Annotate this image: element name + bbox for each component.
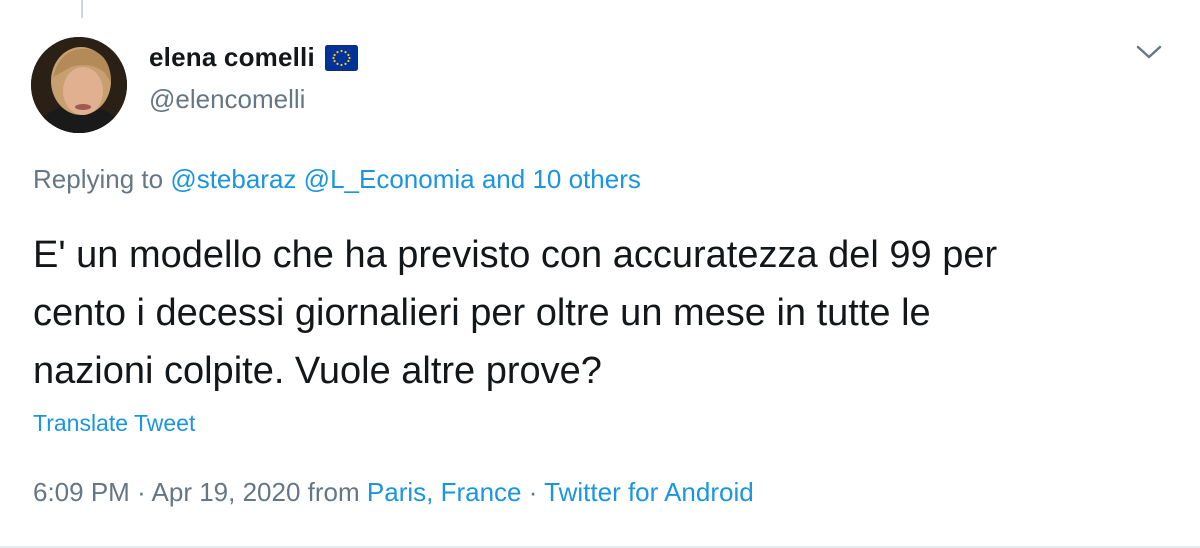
author-name-row: elena comelli	[149, 42, 358, 73]
from-label: from	[307, 477, 360, 507]
replying-to-label: Replying to	[33, 164, 164, 194]
tweet-text-line: nazioni colpite. Vuole altre prove?	[33, 350, 602, 392]
chevron-down-icon[interactable]	[1134, 40, 1164, 64]
avatar-photo	[31, 37, 127, 133]
tweet-time[interactable]: 6:09 PM	[33, 477, 130, 507]
tweet-location-link[interactable]: Paris, France	[367, 477, 522, 507]
author-handle[interactable]: @elencomelli	[149, 84, 305, 115]
author-display-name[interactable]: elena comelli	[149, 42, 315, 73]
tweet-client-link[interactable]: Twitter for Android	[544, 477, 754, 507]
meta-separator: ·	[137, 477, 146, 507]
mention-l-economia[interactable]: @L_Economia	[304, 164, 475, 194]
eu-flag-icon	[324, 44, 358, 71]
mention-stebaraz[interactable]: @stebaraz	[170, 164, 296, 194]
translate-tweet-link[interactable]: Translate Tweet	[33, 410, 195, 437]
tweet-text: E' un modello che ha previsto con accura…	[33, 226, 1173, 400]
mention-others[interactable]: and 10 others	[482, 164, 641, 194]
tweet-metadata: 6:09 PM · Apr 19, 2020 from Paris, Franc…	[33, 477, 754, 508]
avatar[interactable]	[31, 37, 127, 133]
tweet-text-line: cento i decessi giornalieri per oltre un…	[33, 292, 931, 334]
tweet-date[interactable]: Apr 19, 2020	[152, 477, 301, 507]
replying-to-line: Replying to @stebaraz @L_Economia and 10…	[33, 164, 641, 195]
tweet-text-line: E' un modello che ha previsto con accura…	[33, 234, 998, 276]
meta-separator: ·	[528, 477, 538, 507]
thread-connector-line	[81, 0, 83, 18]
